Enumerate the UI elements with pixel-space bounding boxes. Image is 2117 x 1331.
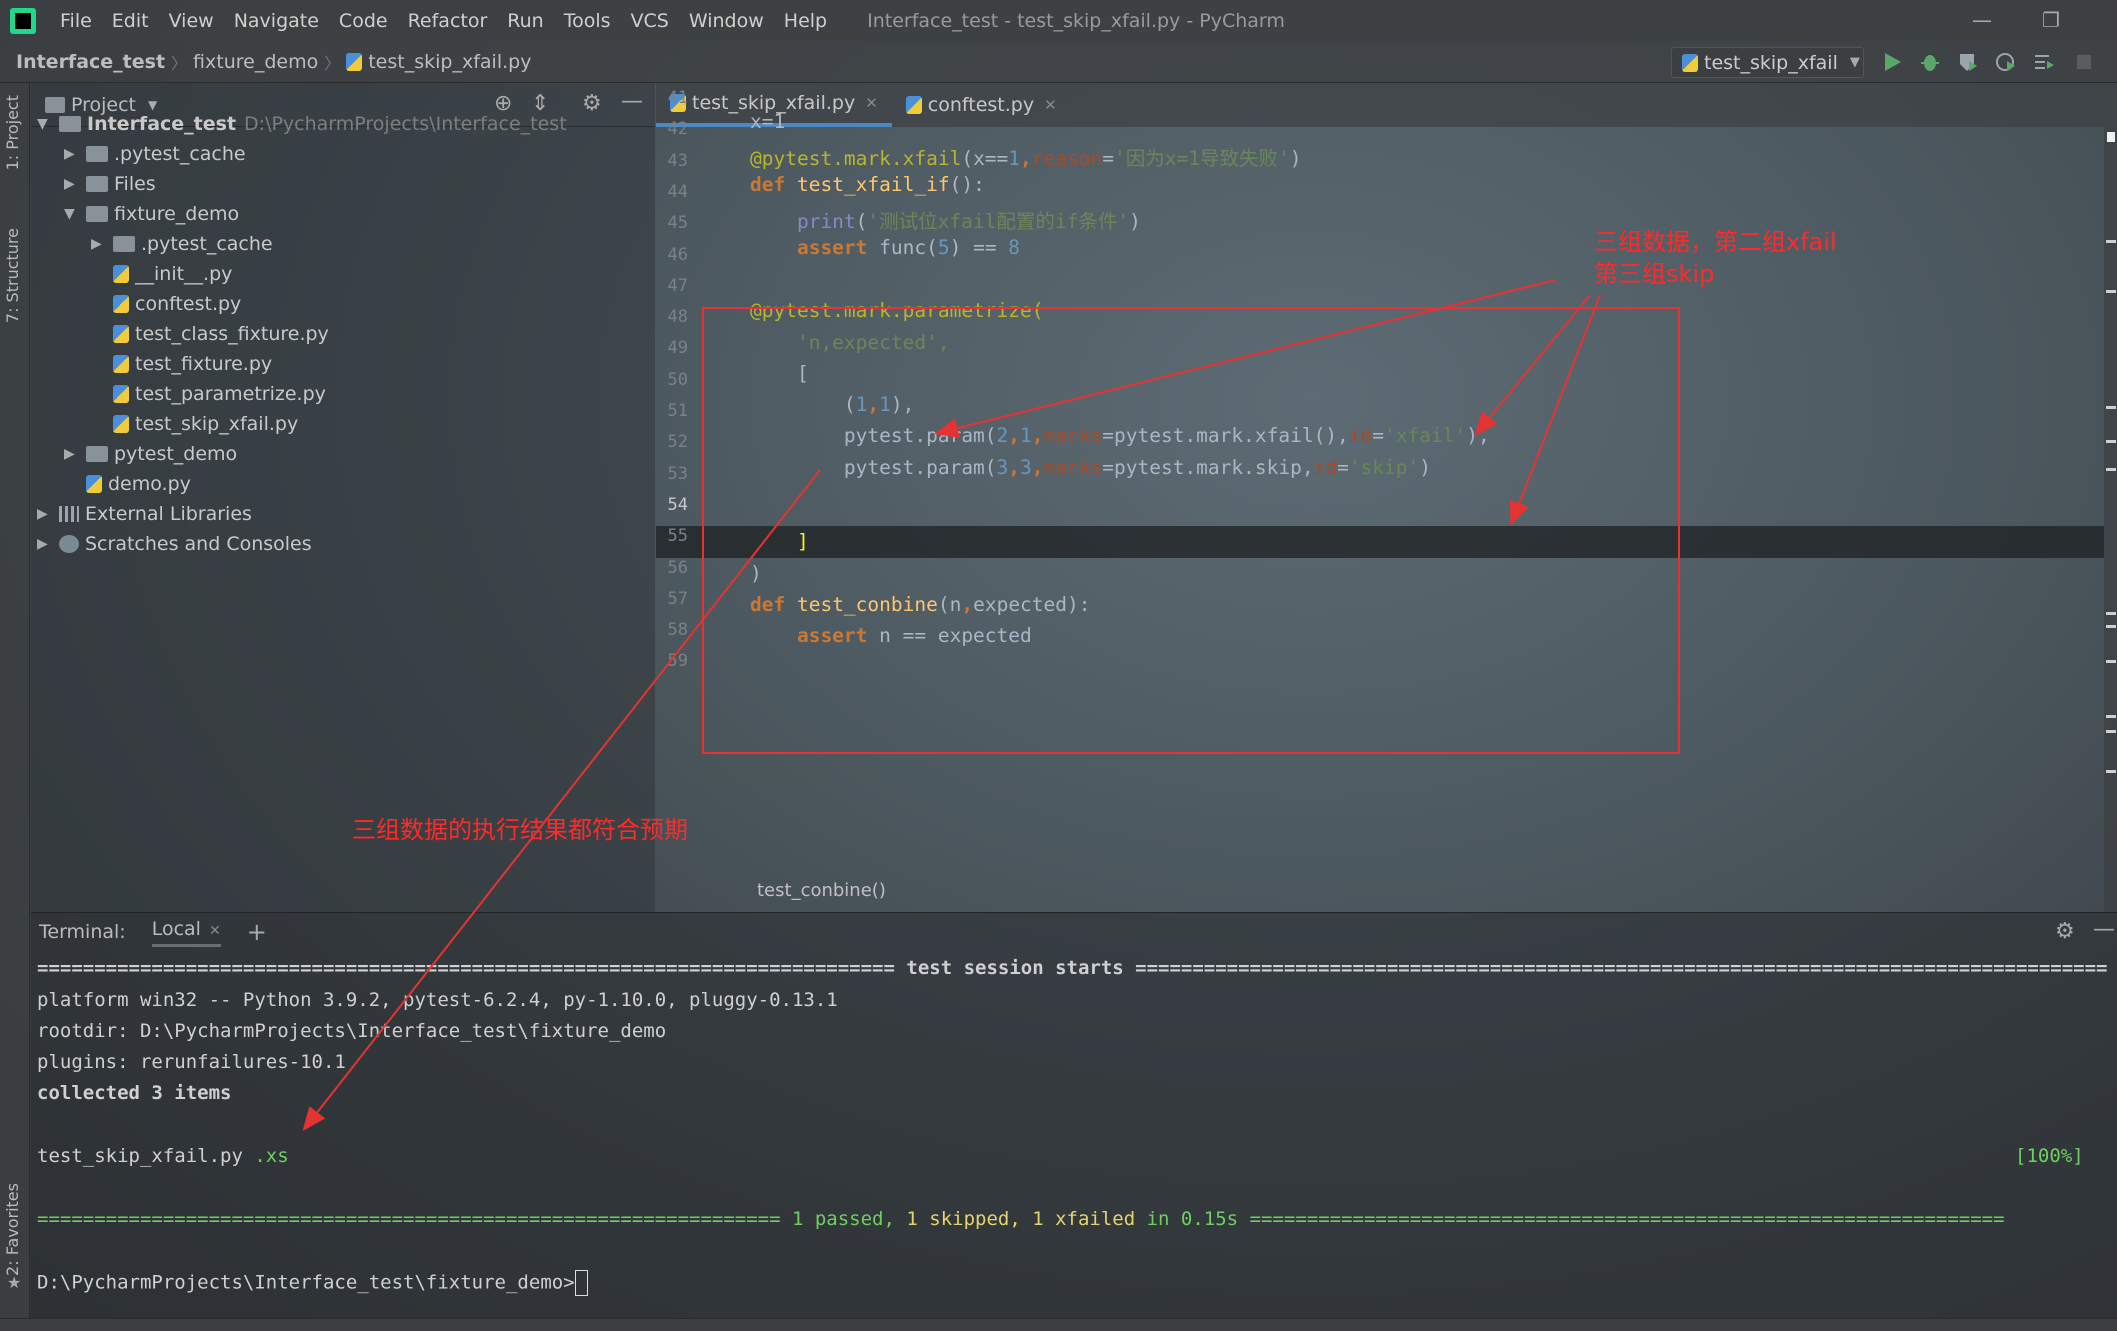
arrow-to-terminal-results (302, 469, 821, 1132)
arrow-to-line-53 (1509, 294, 1601, 526)
annotation-arrows (302, 279, 1601, 1132)
arrow-to-line-51 (934, 279, 1556, 438)
